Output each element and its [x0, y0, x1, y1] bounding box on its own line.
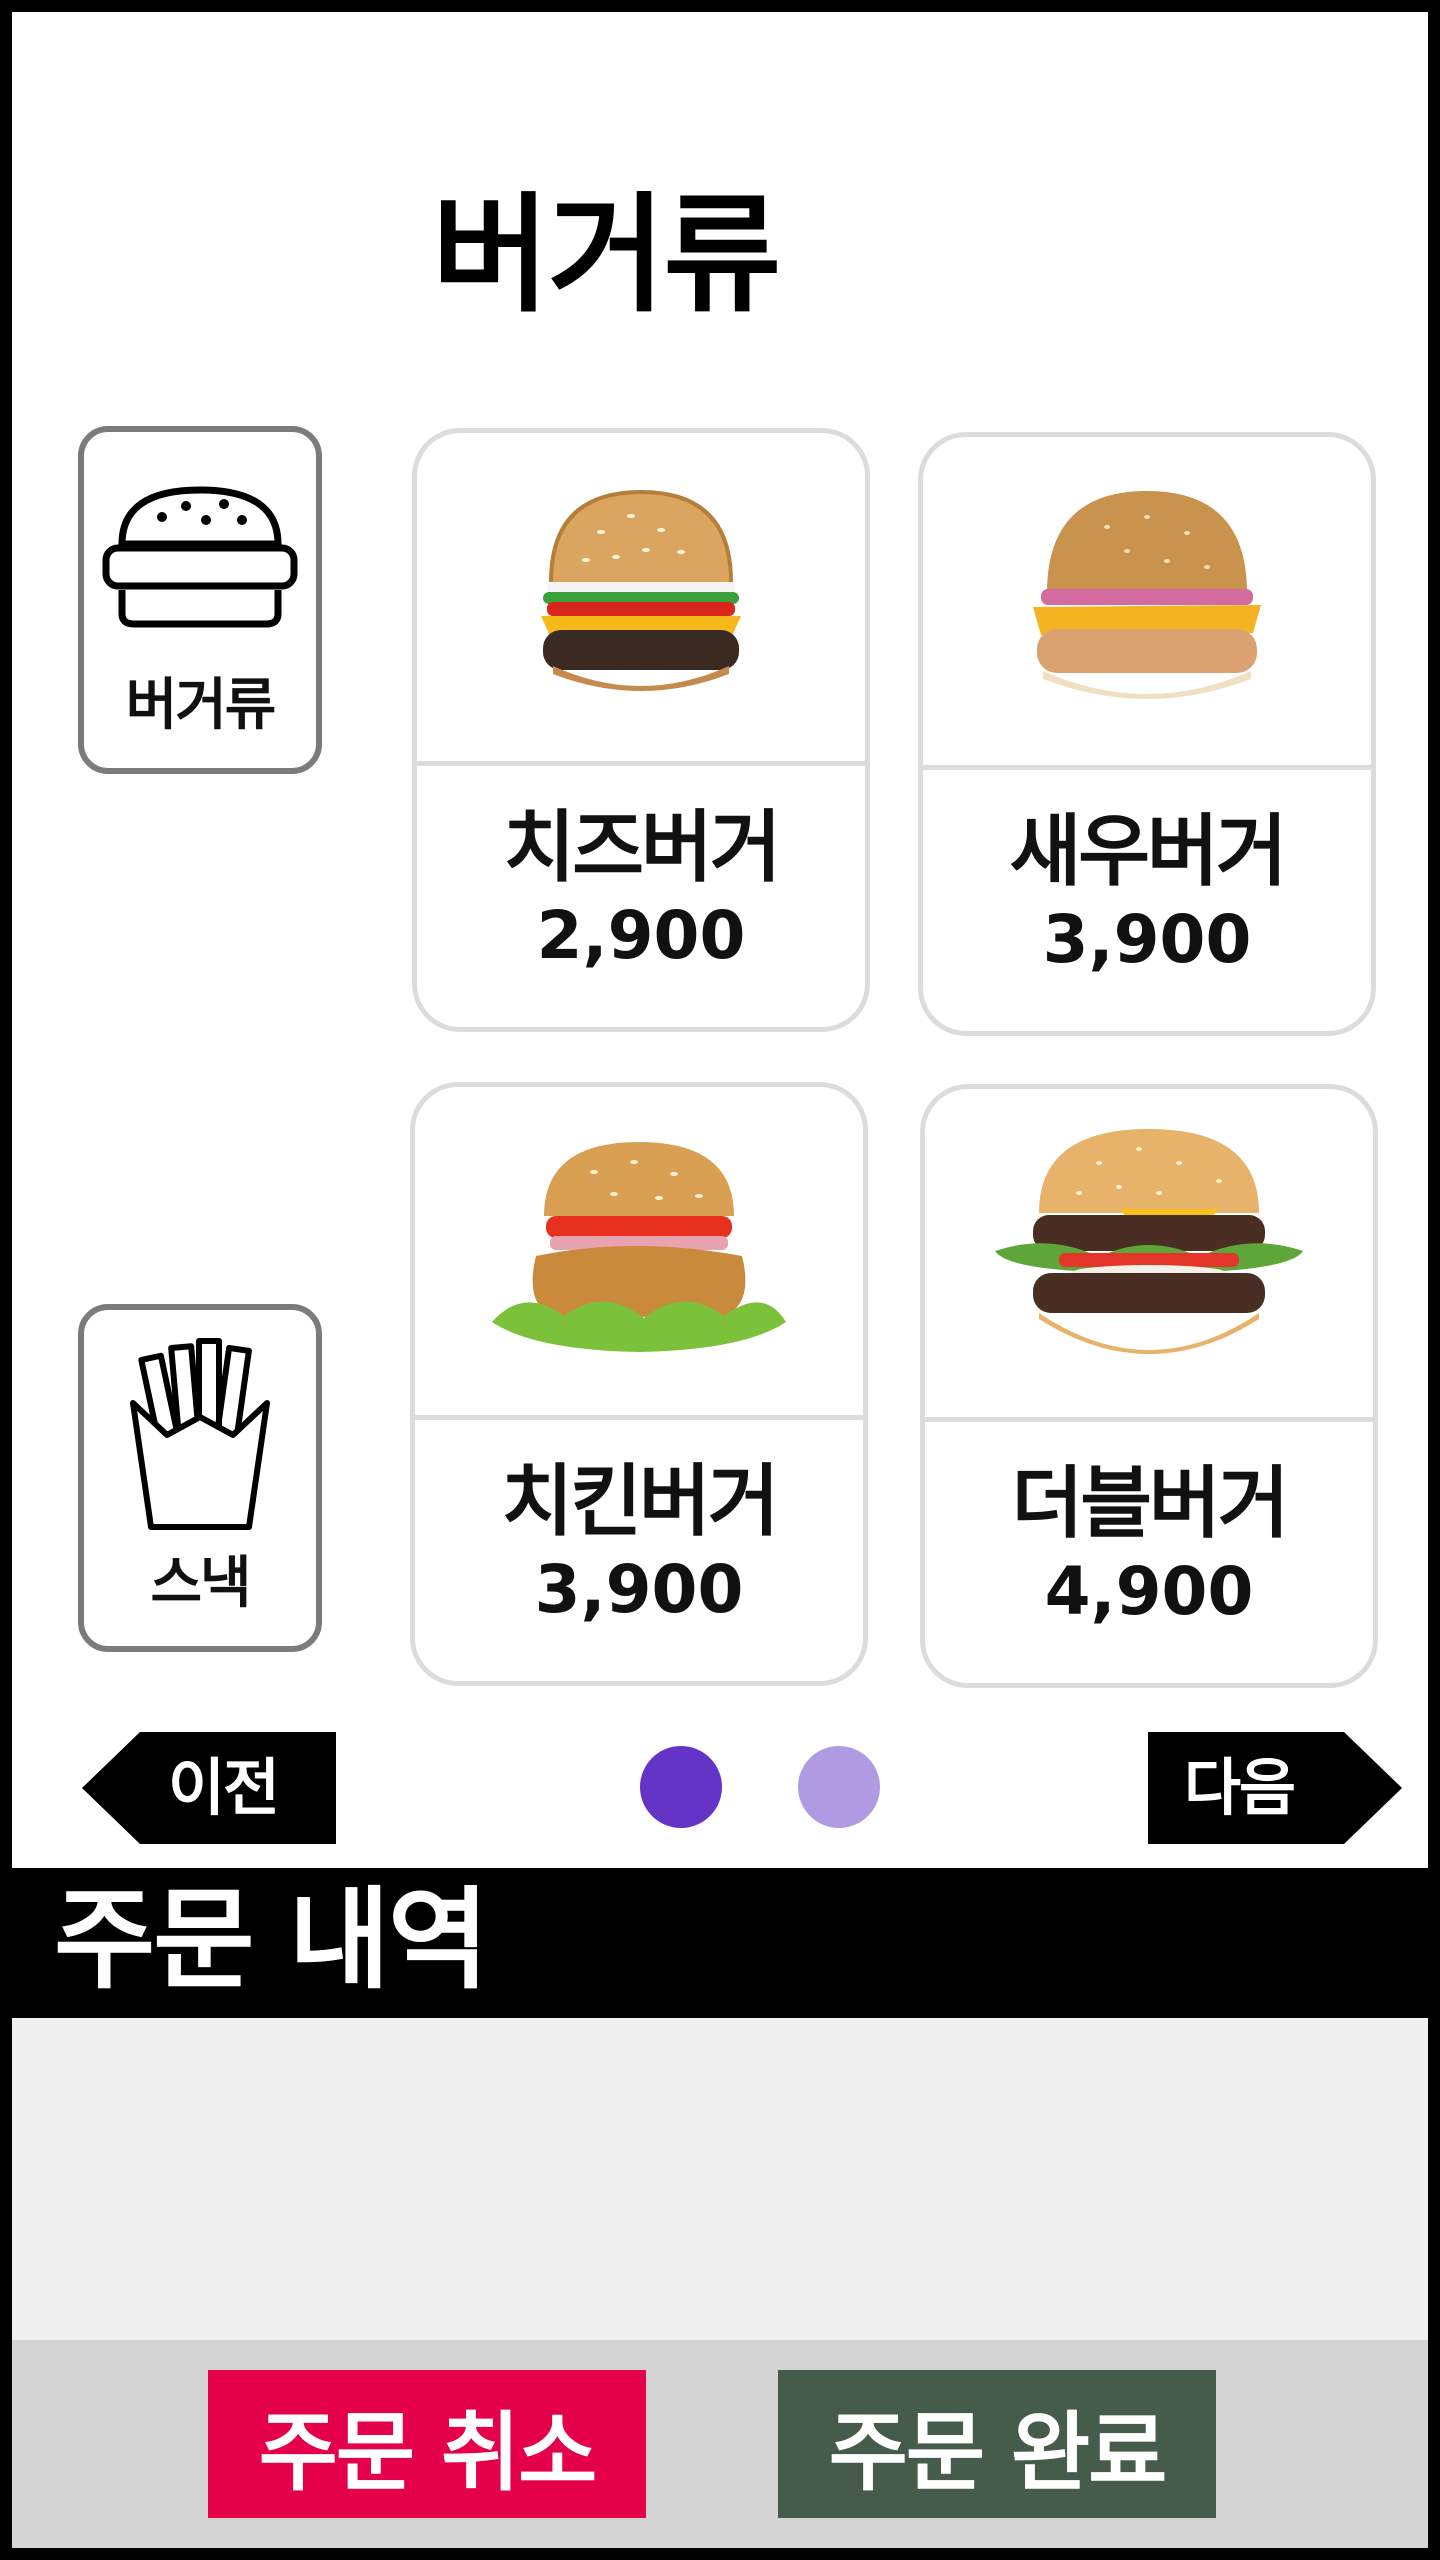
menu-item-name: 새우버거: [1009, 807, 1287, 897]
double-burger-image: [925, 1089, 1373, 1422]
menu-area: 버거류 버거류 스낵 치즈버거 2,900 새우버거 3,900 치킨버거 3,…: [12, 12, 1428, 1868]
burger-icon: [100, 472, 300, 642]
menu-card-cheeseburger[interactable]: 치즈버거 2,900: [412, 428, 870, 1032]
menu-card-shrimp-burger[interactable]: 새우버거 3,900: [918, 432, 1376, 1036]
menu-item-name: 치킨버거: [501, 1457, 779, 1547]
prev-button[interactable]: 이전: [82, 1732, 336, 1844]
next-button-label: 다음: [1184, 1751, 1296, 1824]
shrimp-burger-image: [923, 437, 1371, 770]
category-button-burger[interactable]: 버거류: [78, 426, 322, 774]
category-label-snack: 스낵: [150, 1551, 251, 1616]
kiosk-frame: 버거류 버거류 스낵 치즈버거 2,900 새우버거 3,900 치킨버거 3,…: [0, 0, 1440, 2560]
cheeseburger-image: [417, 433, 865, 766]
order-title: 주문 내역: [54, 1876, 489, 2004]
chicken-burger-image: [415, 1087, 863, 1420]
menu-card-chicken-burger[interactable]: 치킨버거 3,900: [410, 1082, 868, 1686]
menu-item-name: 치즈버거: [503, 803, 781, 893]
fries-icon: [125, 1338, 275, 1530]
page-title: 버거류: [432, 181, 781, 330]
menu-card-double-burger[interactable]: 더블버거 4,900: [920, 1084, 1378, 1688]
order-list: [12, 2018, 1428, 2340]
order-header: 주문 내역: [0, 1868, 1440, 2018]
next-button[interactable]: 다음: [1148, 1732, 1402, 1844]
menu-item-name: 더블버거: [1011, 1459, 1289, 1549]
complete-order-button[interactable]: 주문 완료: [778, 2370, 1216, 2518]
menu-item-price: 4,900: [1044, 1552, 1254, 1630]
category-button-snack[interactable]: 스낵: [78, 1304, 322, 1652]
cancel-order-button[interactable]: 주문 취소: [208, 2370, 646, 2518]
page-dot-1[interactable]: [640, 1746, 722, 1828]
menu-item-price: 3,900: [1042, 900, 1252, 978]
prev-button-label: 이전: [168, 1751, 280, 1824]
order-footer: 주문 취소 주문 완료: [12, 2340, 1428, 2548]
menu-item-price: 2,900: [536, 896, 746, 974]
page-dot-2[interactable]: [798, 1746, 880, 1828]
menu-item-price: 3,900: [534, 1550, 744, 1628]
category-label-burger: 버거류: [125, 673, 277, 738]
